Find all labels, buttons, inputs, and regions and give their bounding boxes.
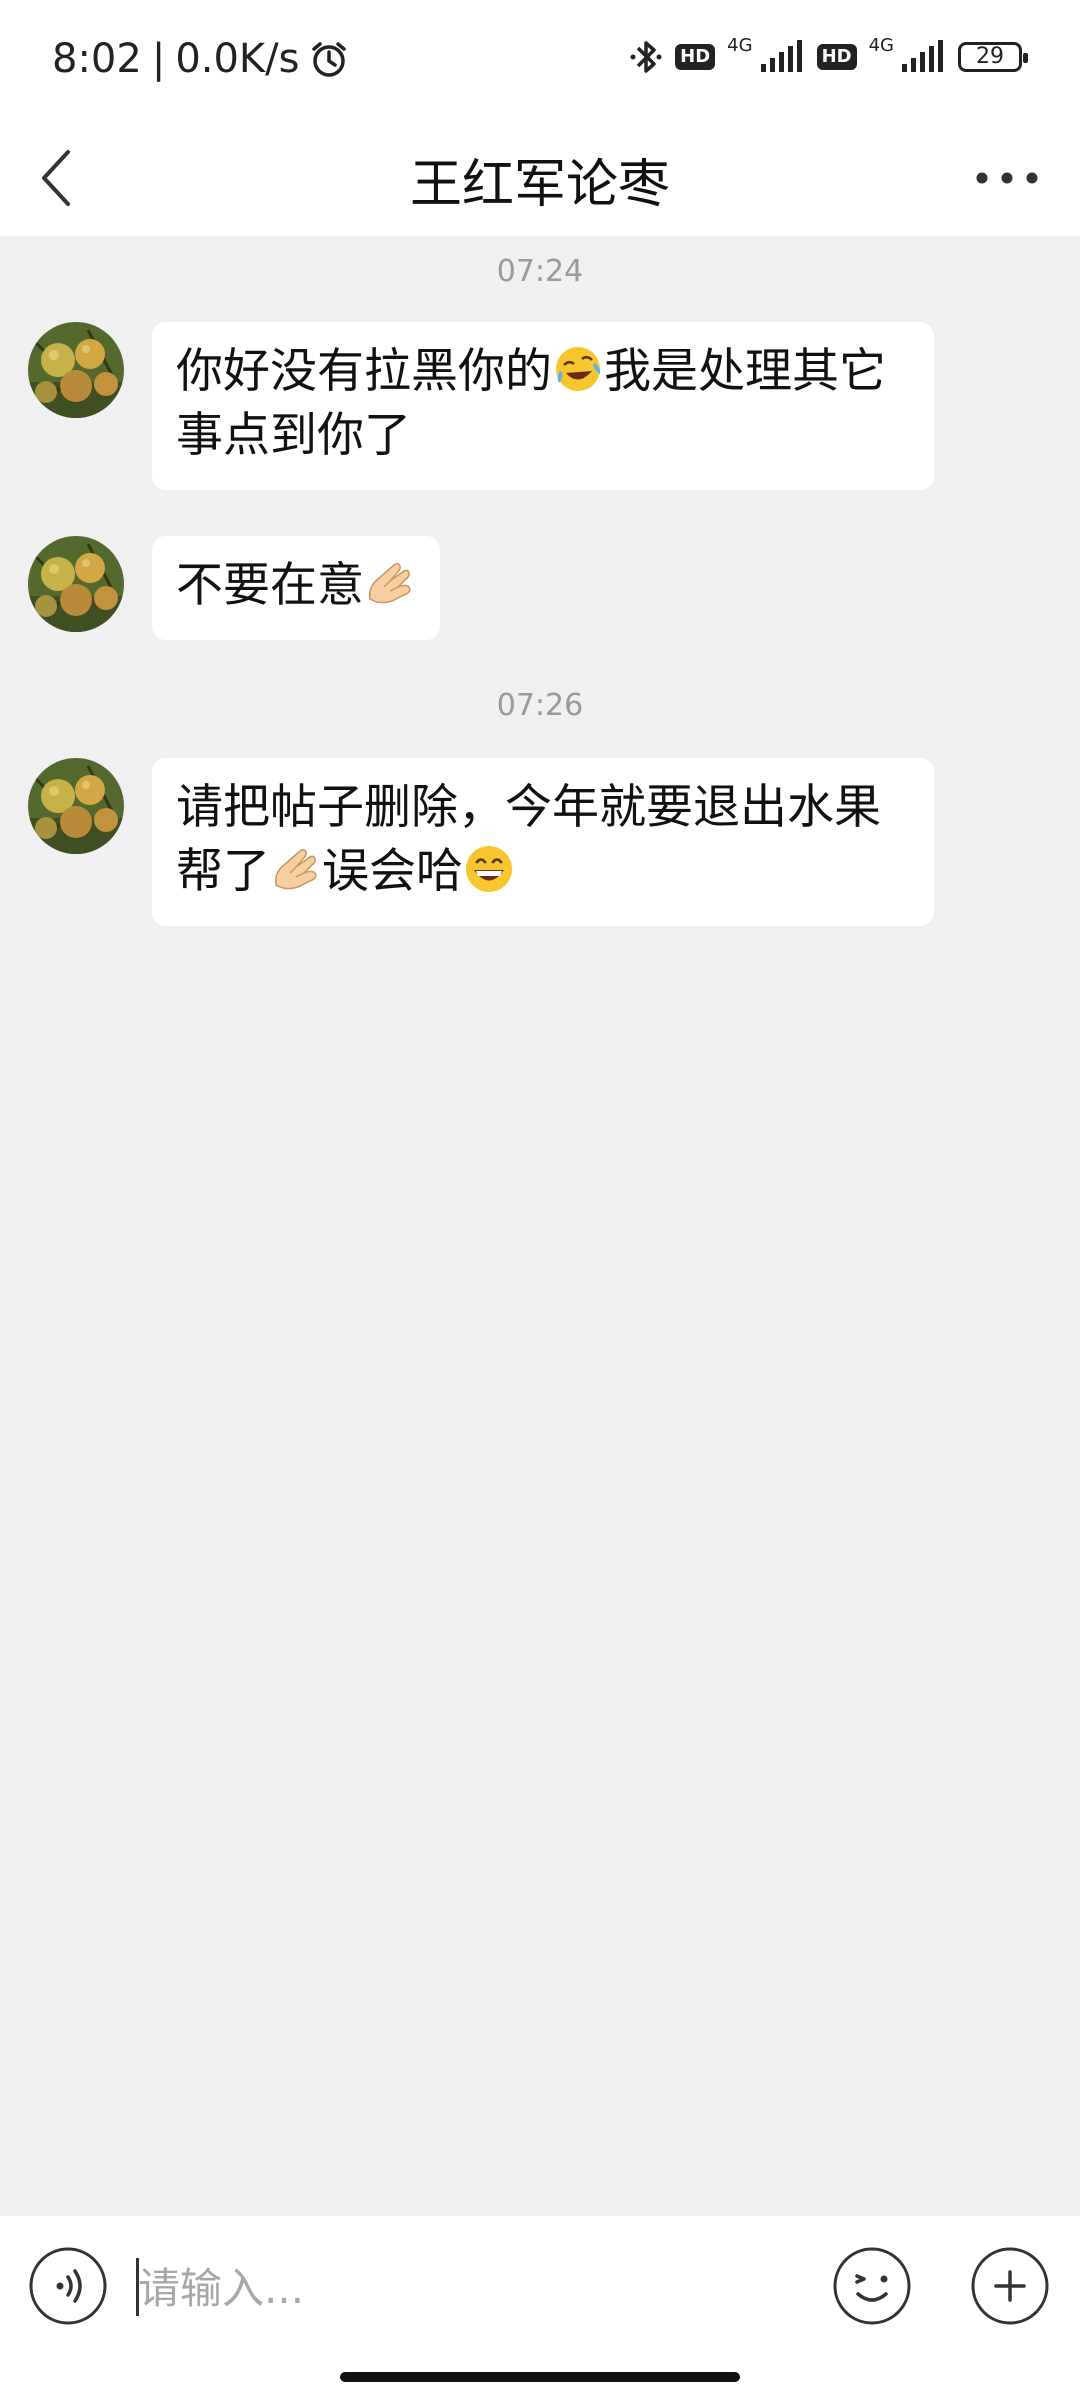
pinching-hand-emoji bbox=[368, 562, 411, 604]
network-speed: 0.0K/s bbox=[175, 36, 300, 82]
more-actions-button[interactable] bbox=[970, 2246, 1050, 2326]
timestamp: 07:24 bbox=[496, 254, 584, 289]
pinching-hand-emoji bbox=[274, 848, 317, 890]
signal-icon-2 bbox=[902, 40, 943, 72]
message-bubble[interactable]: 你好没有拉黑你的 我是处理其它事点到你了 bbox=[152, 322, 934, 490]
network-type: 4G bbox=[727, 34, 753, 56]
alarm-icon bbox=[312, 42, 347, 77]
hd-badge: HD bbox=[675, 44, 716, 70]
battery-indicator: 29 bbox=[958, 42, 1028, 72]
chat-area[interactable]: 07:24 你好没有拉黑你的 我是处理其它事点到你了 不要在意 07:26 请把… bbox=[0, 236, 1080, 2216]
avatar-image bbox=[28, 758, 124, 854]
avatar[interactable] bbox=[28, 758, 124, 854]
hd-badge-2: HD bbox=[816, 44, 857, 70]
bluetooth-icon bbox=[630, 41, 662, 73]
more-options-button[interactable] bbox=[962, 146, 1052, 210]
avatar[interactable] bbox=[28, 322, 124, 418]
message-text: 不要在意 bbox=[176, 558, 364, 613]
signal-icon bbox=[760, 40, 802, 72]
avatar[interactable] bbox=[28, 536, 124, 632]
network-type-2: 4G bbox=[868, 34, 894, 56]
voice-input-button[interactable] bbox=[28, 2246, 108, 2326]
clock: 8:02 bbox=[52, 36, 142, 82]
laughing-crying-emoji bbox=[556, 347, 601, 391]
status-separator: | bbox=[151, 36, 166, 82]
nav-bar: 王红军论枣 bbox=[0, 120, 1080, 236]
message-text: 你好没有拉黑你的 bbox=[176, 344, 552, 399]
status-right: HD 4G HD 4G 29 bbox=[629, 34, 1028, 76]
chat-title: 王红军论枣 bbox=[409, 155, 670, 215]
message-bubble[interactable]: 请把帖子删除，今年就要退出水果帮了 误会哈 bbox=[152, 758, 934, 926]
emoji-picker-button[interactable] bbox=[832, 2246, 912, 2326]
home-indicator[interactable] bbox=[340, 2372, 740, 2382]
message-input[interactable] bbox=[136, 2252, 790, 2324]
message-bubble[interactable]: 不要在意 bbox=[152, 536, 440, 640]
avatar-image bbox=[28, 322, 124, 418]
message-text: 误会哈 bbox=[322, 844, 463, 899]
timestamp: 07:26 bbox=[496, 688, 584, 723]
status-left: 8:02 | 0.0K/s bbox=[52, 36, 349, 82]
status-bar: 8:02 | 0.0K/s HD 4G HD 4G 29 bbox=[0, 0, 1080, 120]
avatar-image bbox=[28, 536, 124, 632]
grinning-emoji bbox=[466, 846, 512, 892]
